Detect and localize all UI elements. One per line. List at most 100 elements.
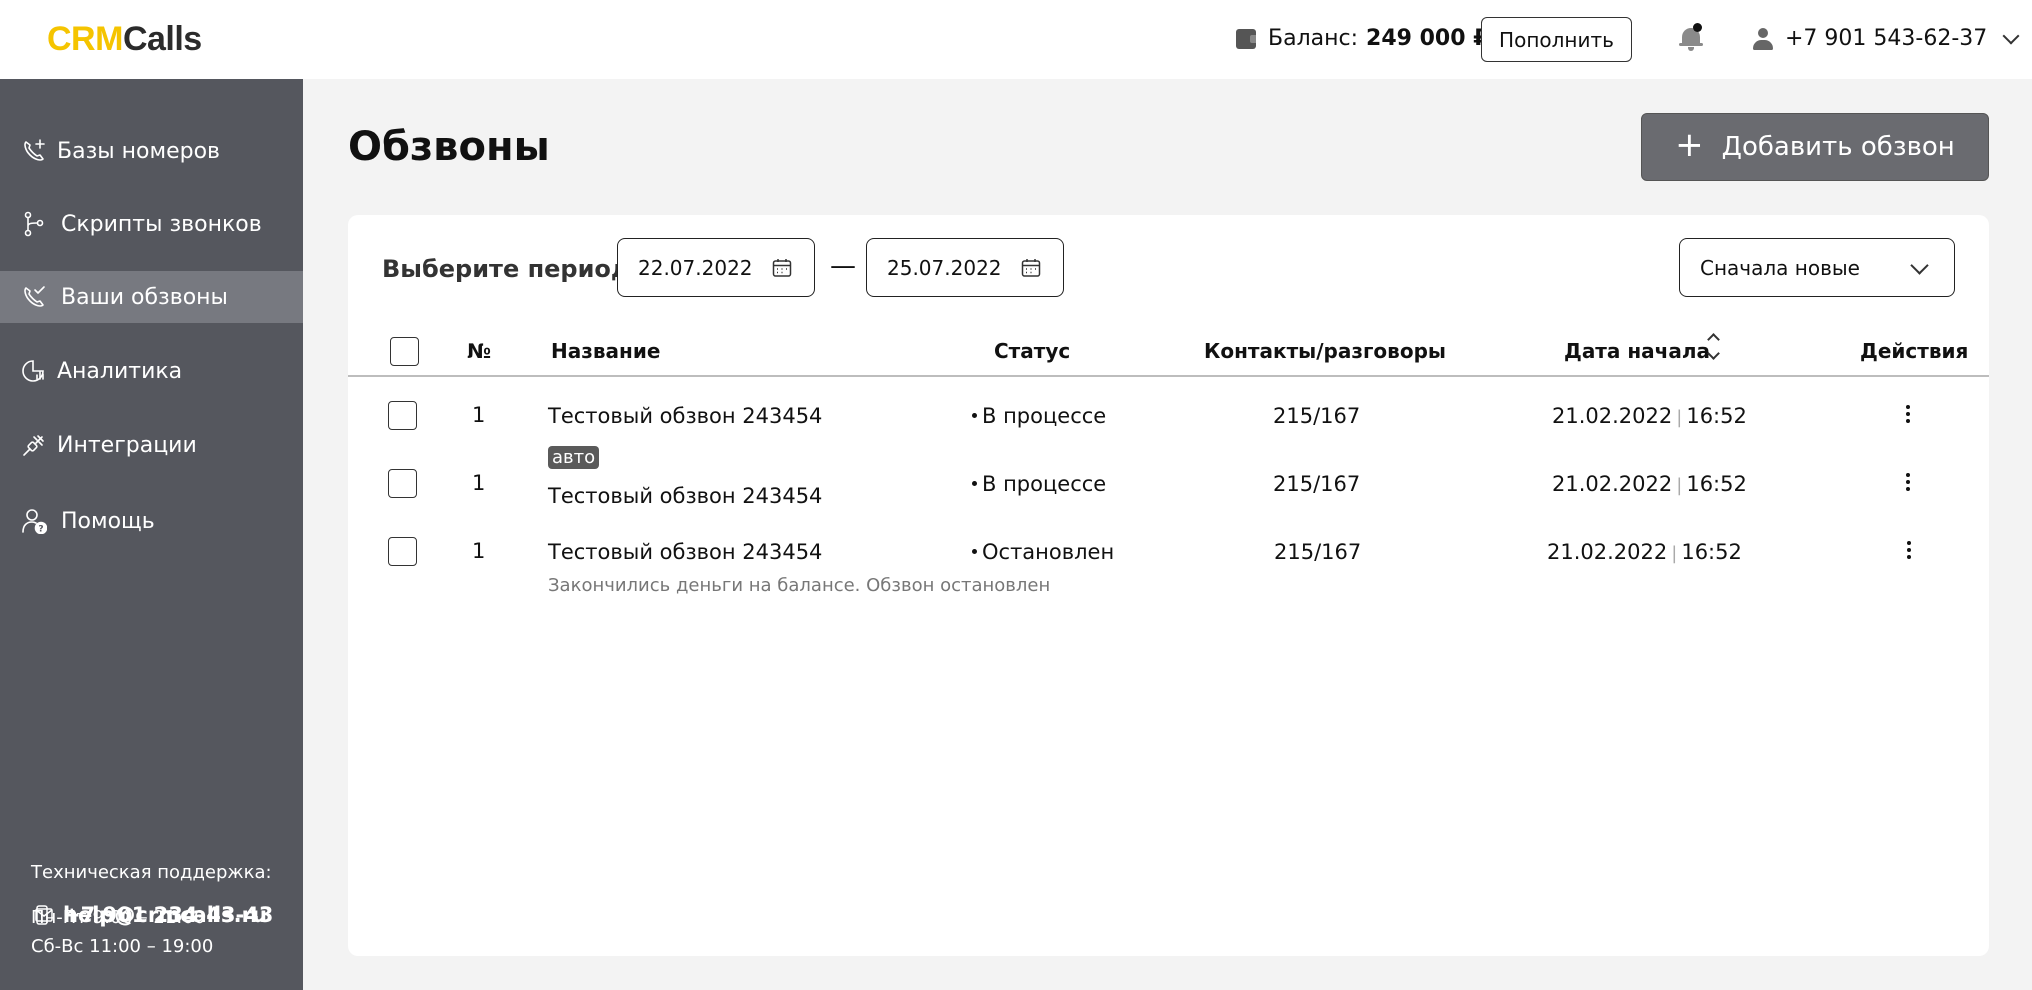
mail-icon — [35, 908, 55, 922]
svg-text:?: ? — [38, 525, 43, 535]
row-status: В процессе — [972, 472, 1106, 496]
row-time: 16:52 — [1686, 404, 1747, 428]
status-dot — [972, 413, 977, 418]
row-start-date: 21.02.2022 | 16:52 — [1552, 404, 1747, 428]
row-time: 16:52 — [1686, 472, 1747, 496]
calendar-icon[interactable] — [1021, 258, 1041, 278]
top-bar: CRMCalls Баланс: 249 000 ₽ Пополнить +7 … — [0, 0, 2032, 79]
logo[interactable]: CRMCalls — [47, 20, 202, 59]
wallet-icon — [1236, 28, 1256, 49]
add-call-campaign-button[interactable]: + Добавить обзвон — [1641, 113, 1989, 181]
row-number: 1 — [472, 471, 486, 495]
row-number: 1 — [472, 403, 486, 427]
row-time: 16:52 — [1681, 540, 1742, 564]
support-title: Техническая поддержка: — [31, 862, 272, 883]
row-checkbox[interactable] — [388, 537, 417, 566]
date-to-field[interactable]: 25.07.2022 — [866, 238, 1064, 297]
user-phone: +7 901 543-62-37 — [1785, 26, 1988, 51]
column-start-date[interactable]: Дата начала — [1564, 339, 1710, 363]
sort-arrows-icon[interactable] — [1707, 331, 1721, 361]
row-status: Остановлен — [972, 540, 1114, 564]
column-number: № — [467, 339, 492, 363]
row-date: 21.02.2022 — [1552, 404, 1673, 428]
row-status-text: Остановлен — [982, 540, 1115, 564]
hours-weekend: Сб-Вс 11:00 – 19:00 — [31, 936, 214, 957]
status-dot — [972, 481, 977, 486]
column-status: Статус — [994, 339, 1071, 363]
user-menu[interactable]: +7 901 543-62-37 — [1753, 26, 2020, 51]
row-status-text: В процессе — [982, 404, 1107, 428]
support-email: help@crmcalls.ru — [63, 903, 267, 927]
user-icon — [1753, 27, 1773, 51]
balance: Баланс: 249 000 ₽ — [1236, 26, 1489, 51]
analytics-icon — [21, 358, 47, 384]
row-checkbox[interactable] — [388, 401, 417, 430]
date-to-value: 25.07.2022 — [887, 255, 1002, 280]
help-user-icon: ? — [21, 508, 48, 535]
sidebar-item-analytics[interactable]: Аналитика — [0, 345, 303, 397]
sidebar-item-label: Аналитика — [57, 358, 183, 384]
branch-icon — [21, 211, 47, 237]
logo-part-calls: Calls — [122, 20, 202, 58]
sidebar-item-label: Скрипты звонков — [61, 211, 262, 237]
support-block: Техническая поддержка: +7 901 234-43-43 … — [31, 862, 273, 961]
sidebar-item-call-scripts[interactable]: Скрипты звонков — [0, 198, 303, 250]
sidebar-item-your-calls[interactable]: Ваши обзвоны — [0, 271, 303, 323]
row-name[interactable]: Тестовый обзвон 243454 — [548, 540, 822, 564]
row-status: В процессе — [972, 404, 1106, 428]
row-name[interactable]: Тестовый обзвон 243454 — [548, 404, 822, 428]
chevron-down-icon — [2002, 27, 2020, 44]
balance-label: Баланс: — [1268, 26, 1359, 51]
page-title: Обзвоны — [348, 124, 550, 170]
sidebar-item-label: Ваши обзвоны — [61, 284, 228, 310]
row-actions-menu-icon[interactable] — [1903, 473, 1913, 493]
status-dot — [972, 549, 977, 554]
calendar-icon[interactable] — [772, 258, 792, 278]
row-note: Закончились деньги на балансе. Обзвон ос… — [548, 575, 1051, 596]
date-from-value: 22.07.2022 — [638, 255, 753, 280]
plus-icon: + — [1675, 125, 1704, 165]
row-name[interactable]: Тестовый обзвон 243454 — [548, 484, 822, 508]
period-label: Выберите период — [382, 255, 631, 283]
sidebar-item-number-bases[interactable]: Базы номеров — [0, 125, 303, 177]
row-contacts: 215/167 — [1274, 540, 1362, 564]
date-range-dash: — — [830, 251, 856, 281]
integration-icon — [21, 432, 47, 458]
row-contacts: 215/167 — [1273, 472, 1361, 496]
sort-select[interactable]: Сначала новые — [1679, 238, 1955, 297]
row-checkbox[interactable] — [388, 469, 417, 498]
sidebar-item-integrations[interactable]: Интеграции — [0, 419, 303, 471]
row-status-text: В процессе — [982, 472, 1107, 496]
sidebar: Базы номеров Скрипты звонков Ваши обзвон… — [0, 79, 303, 990]
sidebar-item-label: Базы номеров — [57, 138, 221, 164]
topup-button[interactable]: Пополнить — [1481, 17, 1632, 62]
add-button-label: Добавить обзвон — [1721, 132, 1955, 162]
row-number: 1 — [472, 539, 486, 563]
row-date: 21.02.2022 — [1547, 540, 1668, 564]
row-contacts: 215/167 — [1273, 404, 1361, 428]
phone-plus-icon — [21, 138, 47, 164]
auto-badge: авто — [548, 446, 600, 469]
campaigns-card: Выберите период 22.07.2022 — 25.07.2022 … — [348, 215, 1989, 956]
chevron-down-icon — [1910, 256, 1929, 275]
row-start-date: 21.02.2022 | 16:52 — [1547, 540, 1742, 564]
row-date: 21.02.2022 — [1552, 472, 1673, 496]
sidebar-item-label: Помощь — [61, 508, 155, 534]
row-start-date: 21.02.2022 | 16:52 — [1552, 472, 1747, 496]
notifications-bell-icon[interactable] — [1679, 23, 1703, 52]
sidebar-item-help[interactable]: ? Помощь — [0, 495, 303, 547]
date-from-field[interactable]: 22.07.2022 — [617, 238, 815, 297]
table-header: № Название Статус Контакты/разговоры Дат… — [348, 325, 1989, 377]
sidebar-item-label: Интеграции — [57, 432, 197, 458]
phone-check-icon — [21, 284, 47, 310]
row-actions-menu-icon[interactable] — [1904, 541, 1914, 561]
row-actions-menu-icon[interactable] — [1903, 405, 1913, 425]
sort-select-value: Сначала новые — [1700, 255, 1860, 280]
notification-dot — [1693, 23, 1702, 32]
logo-part-crm: CRM — [47, 20, 123, 58]
column-actions: Действия — [1860, 339, 1969, 363]
balance-value: 249 000 ₽ — [1366, 26, 1489, 51]
column-contacts: Контакты/разговоры — [1204, 339, 1446, 363]
column-name: Название — [551, 339, 661, 363]
select-all-checkbox[interactable] — [390, 337, 419, 366]
